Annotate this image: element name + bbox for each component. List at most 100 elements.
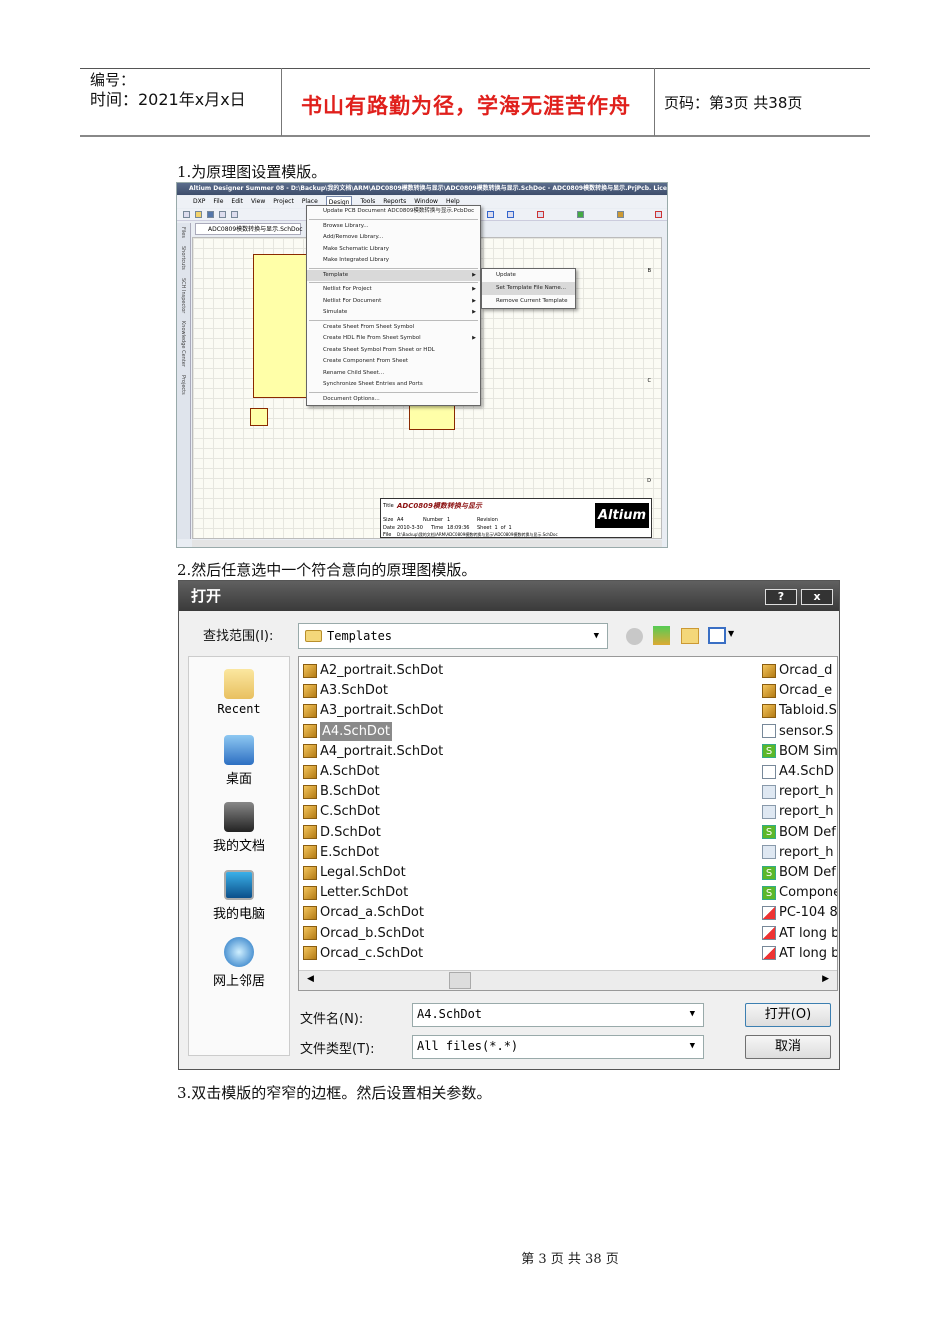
file-item[interactable]: Orcad_a.SchDot <box>303 903 424 922</box>
menu-item-netlist-project[interactable]: Netlist For Project ▶ <box>307 284 480 296</box>
submenu-item-remove-template[interactable]: Remove Current Template <box>482 295 575 308</box>
file-item[interactable]: A4_portrait.SchDot <box>303 742 443 761</box>
file-item[interactable]: Orcad_e <box>762 681 832 700</box>
menu-item-create-sheet[interactable]: Create Sheet From Sheet Symbol <box>307 322 480 334</box>
new-icon[interactable] <box>183 211 190 218</box>
menu-item-browse-library[interactable]: Browse Library... <box>307 221 480 233</box>
file-list[interactable]: A2_portrait.SchDot A3.SchDot A3_portrait.S… <box>298 656 838 991</box>
file-item[interactable]: B.SchDot <box>303 782 380 801</box>
file-name: Legal.SchDot <box>320 865 406 880</box>
file-item[interactable]: AT long b <box>762 944 838 963</box>
file-item[interactable]: A2_portrait.SchDot <box>303 661 443 680</box>
back-icon[interactable] <box>626 628 643 645</box>
place-network[interactable]: 网上邻居 <box>189 937 289 989</box>
view-menu-icon[interactable] <box>708 627 726 644</box>
print-icon[interactable] <box>219 211 226 218</box>
place-label: 我的电脑 <box>212 907 265 922</box>
part-icon[interactable] <box>577 211 584 218</box>
file-item[interactable]: A4.SchD <box>762 762 834 781</box>
place-my-documents[interactable]: 我的文档 <box>189 802 289 854</box>
submenu-item-set-template[interactable]: Set Template File Name... <box>482 282 575 295</box>
file-item[interactable]: Orcad_d <box>762 661 832 680</box>
file-item[interactable]: Tabloid.S <box>762 701 837 720</box>
file-item[interactable]: report_h <box>762 802 833 821</box>
file-item[interactable]: PC-104 8 <box>762 903 837 922</box>
file-item[interactable]: report_h <box>762 782 833 801</box>
file-item[interactable]: S Compone <box>762 883 838 902</box>
menu-item-simulate[interactable]: Simulate ▶ <box>307 307 480 319</box>
file-item[interactable]: A.SchDot <box>303 762 380 781</box>
file-item[interactable]: C.SchDot <box>303 802 380 821</box>
menu-item-document-options[interactable]: Document Options... <box>307 394 480 406</box>
help-button[interactable]: ? <box>765 589 797 605</box>
file-item[interactable]: AT long b <box>762 924 837 943</box>
file-name: Compone <box>779 885 838 901</box>
file-item[interactable]: report_h <box>762 843 833 862</box>
menu-edit[interactable]: Edit <box>231 196 243 208</box>
place-desktop[interactable]: 桌面 <box>189 735 289 787</box>
horizontal-scrollbar[interactable]: ◀ ▶ <box>299 970 837 990</box>
menu-project[interactable]: Project <box>273 196 294 208</box>
submenu-item-update[interactable]: Update <box>482 269 575 282</box>
menu-item-create-hdl[interactable]: Create HDL File From Sheet Symbol ▶ <box>307 333 480 345</box>
file-item[interactable]: Legal.SchDot <box>303 863 406 882</box>
file-item[interactable]: Orcad_b.SchDot <box>303 924 424 943</box>
save-icon[interactable] <box>207 211 214 218</box>
side-tab-knowledge-center[interactable]: Knowledge Center <box>180 321 186 367</box>
menu-item-create-component[interactable]: Create Component From Sheet <box>307 356 480 368</box>
zoom-icon[interactable] <box>231 211 238 218</box>
scroll-right-icon[interactable]: ▶ <box>822 974 829 984</box>
side-tab-projects[interactable]: Projects <box>180 375 186 395</box>
bus-icon[interactable] <box>507 211 514 218</box>
side-tab-files[interactable]: Files <box>180 227 186 238</box>
place-label: 网上邻居 <box>212 974 265 989</box>
file-item[interactable]: A4.SchDot <box>303 721 392 741</box>
up-folder-icon[interactable] <box>653 626 670 645</box>
file-item[interactable]: E.SchDot <box>303 843 379 862</box>
place-my-computer[interactable]: 我的电脑 <box>189 870 289 922</box>
file-item[interactable]: S BOM Sim <box>762 742 837 761</box>
wire-icon[interactable] <box>487 211 494 218</box>
file-item[interactable]: A3_portrait.SchDot <box>303 701 443 720</box>
tb-date-label: Date <box>383 525 395 531</box>
cancel-button[interactable]: 取消 <box>745 1035 831 1059</box>
chevron-down-icon[interactable]: ▼ <box>728 629 734 638</box>
place-recent[interactable]: Recent <box>189 669 289 717</box>
side-tab-sch-inspector[interactable]: SCH Inspector <box>180 278 186 313</box>
menu-item-create-sheet-symbol[interactable]: Create Sheet Symbol From Sheet or HDL <box>307 345 480 357</box>
menu-item-update-pcb[interactable]: Update PCB Document ADC0809模数转换与显示.PcbDo… <box>307 206 480 218</box>
menu-item-add-remove-library[interactable]: Add/Remove Library... <box>307 232 480 244</box>
scroll-thumb[interactable] <box>449 972 471 989</box>
port-icon[interactable] <box>617 211 624 218</box>
menu-dxp[interactable]: DXP <box>193 196 205 208</box>
menu-file[interactable]: File <box>213 196 223 208</box>
file-item[interactable]: D.SchDot <box>303 823 381 842</box>
file-item[interactable]: S BOM Def <box>762 863 836 882</box>
menu-item-make-schematic-library[interactable]: Make Schematic Library <box>307 244 480 256</box>
close-button[interactable]: x <box>801 589 833 605</box>
side-tab-shortcuts[interactable]: Shortcuts <box>180 246 186 270</box>
document-tab[interactable]: ADC0809模数转换与显示.SchDoc <box>195 223 303 235</box>
look-in-combo[interactable]: Templates ▼ <box>298 623 608 649</box>
menu-item-netlist-document[interactable]: Netlist For Document ▶ <box>307 296 480 308</box>
filename-input[interactable]: A4.SchDot ▼ <box>412 1003 704 1027</box>
file-name: AT long b <box>779 945 838 961</box>
filetype-select[interactable]: All files(*.*) ▼ <box>412 1035 704 1059</box>
no-erc-icon[interactable] <box>655 211 662 218</box>
file-item[interactable]: sensor.S <box>762 722 833 741</box>
open-icon[interactable] <box>195 211 202 218</box>
open-button[interactable]: 打开(O) <box>745 1003 831 1027</box>
scroll-left-icon[interactable]: ◀ <box>307 974 314 984</box>
file-item[interactable]: S BOM Def <box>762 823 836 842</box>
file-item[interactable]: A3.SchDot <box>303 681 388 700</box>
menu-item-rename-child-sheet[interactable]: Rename Child Sheet... <box>307 368 480 380</box>
file-item[interactable]: Letter.SchDot <box>303 883 408 902</box>
power-icon[interactable] <box>537 211 544 218</box>
menu-item-template[interactable]: Template ▶ <box>307 269 480 281</box>
menu-item-make-integrated-library[interactable]: Make Integrated Library <box>307 255 480 267</box>
menu-item-synchronize[interactable]: Synchronize Sheet Entries and Ports <box>307 379 480 391</box>
horizontal-scrollbar[interactable] <box>192 540 662 547</box>
new-folder-icon[interactable] <box>681 628 699 644</box>
file-item[interactable]: Orcad_c.SchDot <box>303 944 423 963</box>
menu-view[interactable]: View <box>251 196 265 208</box>
